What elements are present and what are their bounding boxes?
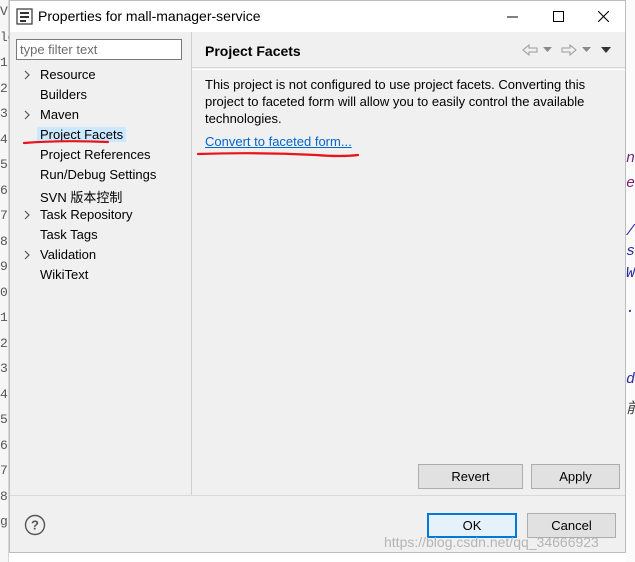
sidebar-item-run-debug-settings[interactable]: Run/Debug Settings xyxy=(10,165,191,185)
apply-button[interactable]: Apply xyxy=(531,464,620,489)
back-history-dropdown[interactable] xyxy=(543,42,552,58)
convert-to-faceted-form-link[interactable]: Convert to faceted form... xyxy=(205,134,352,149)
sidebar-item-validation[interactable]: Validation xyxy=(10,245,191,265)
sidebar-item-label: Task Tags xyxy=(40,227,98,242)
sidebar-item-label: Task Repository xyxy=(40,207,133,222)
gutter-line-number: lo xyxy=(0,29,9,45)
page-title: Project Facets xyxy=(205,43,301,59)
page-body: This project is not configured to use pr… xyxy=(192,69,625,495)
sidebar-item-task-tags[interactable]: Task Tags xyxy=(10,225,191,245)
editor-code-fragment: e xyxy=(626,175,635,192)
gutter-line-number: 1 xyxy=(0,55,8,70)
sidebar-item-label: Resource xyxy=(40,67,96,82)
editor-code-fragment: d xyxy=(626,371,635,388)
gutter-line-number: 6 xyxy=(0,182,8,198)
minimize-icon xyxy=(506,16,518,18)
gutter-line-number: 6 xyxy=(0,437,8,453)
gutter-line-number: 2 xyxy=(0,335,8,351)
sidebar-item-label: Builders xyxy=(40,87,87,102)
close-button[interactable] xyxy=(580,1,626,32)
gutter-line-number: 5 xyxy=(0,157,8,172)
caret-down-icon xyxy=(582,47,591,52)
sidebar-item-label: Validation xyxy=(40,247,97,262)
minimize-button[interactable] xyxy=(489,1,535,32)
filter-input[interactable] xyxy=(16,39,182,60)
sidebar-item-builders[interactable]: Builders xyxy=(10,85,191,105)
back-button[interactable] xyxy=(522,42,538,58)
chevron-right-icon[interactable] xyxy=(22,69,32,81)
footer-separator xyxy=(10,495,625,496)
background-editor-gutter: Vlo 1 2 3 4 5 6 7 8 9 0 1 2 3 4 5 6 7 8 g xyxy=(0,0,9,562)
view-menu-button[interactable] xyxy=(601,42,611,58)
view-menu-icon xyxy=(601,47,611,53)
sidebar-item-wikitext[interactable]: WikiText xyxy=(10,265,191,285)
sidebar-item-task-repository[interactable]: Task Repository xyxy=(10,205,191,225)
eclipse-app-icon xyxy=(16,8,33,25)
editor-code-fragment: 前 xyxy=(626,397,635,418)
sidebar-item-label: Project References xyxy=(40,147,151,162)
watermark: https://blog.csdn.net/qq_34666923 xyxy=(384,534,599,550)
editor-code-fragment: W xyxy=(626,265,635,282)
caret-down-icon xyxy=(543,47,552,52)
gutter-line-number: 0 xyxy=(0,284,8,300)
gutter-line-number: 5 xyxy=(0,412,8,427)
gutter-line-number: 7 xyxy=(0,208,8,223)
forward-history-dropdown[interactable] xyxy=(582,42,591,58)
sidebar-item-resource[interactable]: Resource xyxy=(10,65,191,85)
sidebar-item-label: Maven xyxy=(40,107,80,122)
forward-arrow-icon xyxy=(561,44,577,56)
editor-code-fragment: s xyxy=(626,243,635,260)
help-icon[interactable]: ? xyxy=(24,514,46,536)
title-bar[interactable]: Properties for mall-manager-service xyxy=(10,1,625,32)
chevron-right-icon[interactable] xyxy=(22,249,32,261)
chevron-right-icon[interactable] xyxy=(22,109,32,121)
gutter-line-number: 4 xyxy=(0,386,8,402)
help-glyph: ? xyxy=(31,518,39,533)
gutter-line-number: 3 xyxy=(0,106,8,121)
sidebar-item-label: SVN 版本控制 xyxy=(40,190,123,205)
back-arrow-icon xyxy=(522,44,538,56)
revert-button[interactable]: Revert xyxy=(418,464,523,489)
gutter-line-number: 8 xyxy=(0,488,8,504)
sidebar-item-project-facets[interactable]: Project Facets xyxy=(10,125,191,145)
gutter-line-number: g xyxy=(0,514,8,529)
page-header: Project Facets xyxy=(192,32,625,68)
sidebar-item-svn[interactable]: SVN 版本控制 xyxy=(10,185,191,205)
sidebar-item-project-references[interactable]: Project References xyxy=(10,145,191,165)
gutter-line-number: 2 xyxy=(0,80,8,96)
gutter-line-number: 4 xyxy=(0,131,8,147)
close-icon xyxy=(597,11,609,22)
properties-dialog: Properties for mall-manager-service Reso… xyxy=(9,0,626,553)
editor-code-fragment: n xyxy=(626,150,635,167)
maximize-button[interactable] xyxy=(535,1,581,32)
background-editor-text: ne / sW. d前 xyxy=(626,0,635,562)
window-title: Properties for mall-manager-service xyxy=(38,8,261,24)
chevron-right-icon[interactable] xyxy=(22,209,32,221)
sidebar-item-maven[interactable]: Maven xyxy=(10,105,191,125)
gutter-line-number: V xyxy=(0,4,8,19)
property-page: Project Facets This project is not confi… xyxy=(192,32,625,495)
editor-code-fragment: / xyxy=(626,223,635,240)
gutter-line-number: 1 xyxy=(0,310,8,325)
gutter-line-number: 8 xyxy=(0,233,8,249)
sidebar-item-label: WikiText xyxy=(40,267,89,282)
gutter-line-number: 9 xyxy=(0,259,8,274)
sidebar-item-label: Project Facets xyxy=(37,127,127,142)
forward-button[interactable] xyxy=(561,42,577,58)
gutter-line-number: 7 xyxy=(0,463,8,478)
sidebar-item-label: Run/Debug Settings xyxy=(40,167,157,182)
gutter-line-number: 3 xyxy=(0,361,8,376)
facets-description: This project is not configured to use pr… xyxy=(205,77,586,126)
maximize-icon xyxy=(552,11,564,22)
editor-code-fragment: . xyxy=(626,300,635,317)
